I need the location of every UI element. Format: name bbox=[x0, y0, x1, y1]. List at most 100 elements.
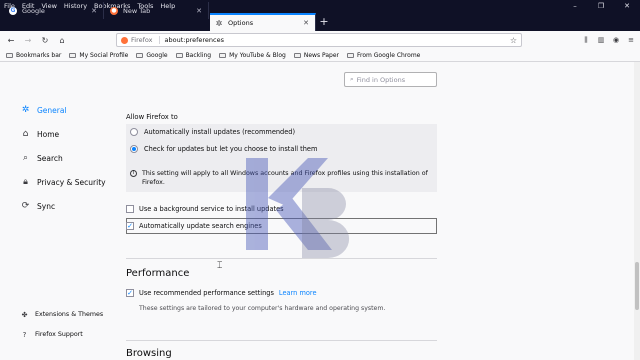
checkbox[interactable]: ✓ bbox=[126, 289, 134, 297]
bookmark-label: Bookmarks bar bbox=[16, 51, 62, 59]
bookmark-folder[interactable]: My YouTube & Blog bbox=[219, 52, 286, 59]
tab-label: New Tab bbox=[123, 6, 151, 15]
hamburger-menu-icon[interactable]: ≡ bbox=[626, 34, 636, 46]
sidebar-icon[interactable]: ▥ bbox=[596, 34, 606, 46]
tab-label: Options bbox=[228, 19, 254, 27]
tab-options[interactable]: ✲ Options ✕ bbox=[210, 13, 316, 31]
maximize-button[interactable]: ❐ bbox=[588, 0, 614, 12]
sidebar-item-home[interactable]: ⌂ Home bbox=[20, 122, 120, 146]
tab-new-tab[interactable]: ● New Tab ✕ bbox=[105, 2, 209, 19]
lock-icon: 🔒︎ bbox=[23, 177, 28, 187]
search-icon: ⌕ bbox=[22, 153, 29, 163]
checkbox-recommended-performance[interactable]: ✓ Use recommended performance settings L… bbox=[126, 289, 317, 297]
bookmark-star-icon[interactable]: ☆ bbox=[510, 36, 517, 45]
sidebar-item-label: Search bbox=[37, 153, 63, 163]
account-icon[interactable]: ◉ bbox=[611, 34, 621, 46]
tab-google[interactable]: G Google ✕ bbox=[4, 2, 104, 19]
bookmark-folder[interactable]: Google bbox=[136, 52, 168, 59]
learn-more-link[interactable]: Learn more bbox=[279, 289, 317, 297]
checkbox[interactable]: ✓ bbox=[126, 222, 134, 230]
folder-icon bbox=[136, 52, 144, 58]
preferences-content: ⌕ Find in Options ✲ General ⌂ Home ⌕ Sea… bbox=[0, 62, 640, 360]
radio-button[interactable] bbox=[130, 145, 138, 153]
sidebar-item-support[interactable]: ? Firefox Support bbox=[20, 330, 120, 339]
gear-icon: ✲ bbox=[215, 18, 223, 28]
bookmark-folder[interactable]: News Paper bbox=[293, 51, 339, 59]
bookmark-folder[interactable]: My Social Profile bbox=[69, 52, 128, 59]
scrollbar[interactable] bbox=[634, 62, 640, 360]
sidebar-item-privacy[interactable]: 🔒︎ Privacy & Security bbox=[20, 170, 120, 194]
folder-icon bbox=[219, 52, 227, 58]
home-icon: ⌂ bbox=[59, 35, 65, 45]
sidebar-item-search[interactable]: ⌕ Search bbox=[20, 146, 120, 170]
bookmark-folder[interactable]: From Google Chrome bbox=[347, 52, 420, 59]
sidebar-footer-label: Extensions & Themes bbox=[35, 311, 104, 318]
sidebar-item-label: Privacy & Security bbox=[37, 177, 106, 187]
info-icon: i bbox=[130, 170, 137, 177]
library-icon[interactable]: ⫼ bbox=[581, 34, 591, 46]
mouse-cursor-icon: ⌶ bbox=[217, 261, 223, 271]
folder-icon bbox=[175, 52, 183, 58]
kb-watermark-logo bbox=[246, 158, 350, 258]
google-icon: G bbox=[9, 6, 17, 15]
new-tab-button[interactable]: + bbox=[318, 14, 330, 28]
home-button[interactable]: ⌂ bbox=[56, 34, 68, 46]
radio-label: Automatically install updates (recommend… bbox=[144, 128, 296, 136]
bookmark-folder[interactable]: Bookmarks bar bbox=[6, 52, 61, 59]
radio-check-choose[interactable]: Check for updates but let you choose to … bbox=[130, 145, 317, 153]
tab-label: Google bbox=[22, 6, 45, 15]
sidebar-item-label: General bbox=[37, 105, 67, 115]
forward-button[interactable]: → bbox=[22, 34, 34, 46]
back-arrow-icon: ← bbox=[7, 35, 15, 45]
performance-heading: Performance bbox=[126, 268, 190, 279]
url-bar[interactable]: Firefox about:preferences ☆ bbox=[116, 33, 522, 47]
radio-button[interactable] bbox=[130, 128, 138, 136]
close-icon[interactable]: ✕ bbox=[303, 19, 309, 27]
minimize-button[interactable]: – bbox=[562, 0, 588, 12]
identity-box[interactable]: Firefox bbox=[121, 36, 160, 44]
section-divider bbox=[126, 340, 437, 341]
close-icon[interactable]: ✕ bbox=[91, 7, 97, 15]
search-options-input[interactable]: ⌕ Find in Options bbox=[344, 72, 437, 87]
checkbox[interactable] bbox=[126, 205, 134, 213]
folder-icon bbox=[6, 52, 13, 58]
sidebar-item-label: Home bbox=[37, 129, 60, 139]
performance-description: These settings are tailored to your comp… bbox=[139, 305, 386, 312]
sidebar-item-general[interactable]: ✲ General bbox=[20, 98, 120, 122]
sidebar-item-sync[interactable]: ⟳ Sync bbox=[20, 194, 120, 218]
bookmark-label: My YouTube & Blog bbox=[229, 51, 286, 59]
browsing-heading: Browsing bbox=[126, 348, 172, 359]
url-text[interactable]: about:preferences bbox=[165, 36, 225, 44]
section-divider bbox=[126, 258, 437, 259]
bookmarks-bar: Bookmarks bar My Social Profile Google B… bbox=[0, 49, 640, 62]
close-window-button[interactable]: ✕ bbox=[614, 0, 640, 12]
folder-icon bbox=[347, 52, 354, 58]
radio-auto-install[interactable]: Automatically install updates (recommend… bbox=[130, 128, 295, 136]
sidebar-item-extensions[interactable]: ✤ Extensions & Themes bbox=[20, 310, 120, 319]
folder-icon bbox=[293, 52, 301, 58]
back-button[interactable]: ← bbox=[5, 34, 17, 46]
reload-button[interactable]: ↻ bbox=[39, 34, 51, 46]
bookmark-label: Backling bbox=[185, 51, 212, 59]
bookmark-label: From Google Chrome bbox=[357, 51, 421, 59]
folder-icon bbox=[69, 52, 77, 58]
search-icon: ⌕ bbox=[350, 75, 354, 83]
close-icon[interactable]: ✕ bbox=[196, 7, 202, 15]
identity-label: Firefox bbox=[131, 36, 153, 44]
checkbox-label: Automatically update search engines bbox=[139, 222, 262, 230]
reload-icon: ↻ bbox=[41, 35, 49, 45]
checkbox-update-search-engines[interactable]: ✓ Automatically update search engines bbox=[126, 222, 262, 230]
bookmark-label: News Paper bbox=[303, 51, 339, 59]
bookmark-folder[interactable]: Backling bbox=[175, 51, 212, 59]
nav-bar: ← → ↻ ⌂ Firefox about:preferences ☆ ⫼ ▥ … bbox=[0, 31, 640, 49]
scrollbar-thumb[interactable] bbox=[635, 262, 639, 310]
search-placeholder: Find in Options bbox=[356, 75, 406, 84]
forward-arrow-icon: → bbox=[24, 35, 32, 45]
checkbox-label: Use recommended performance settings bbox=[139, 289, 274, 297]
window-controls: – ❐ ✕ bbox=[562, 0, 640, 12]
puzzle-icon: ✤ bbox=[21, 310, 28, 319]
radio-label: Check for updates but let you choose to … bbox=[144, 145, 318, 153]
sidebar-footer-label: Firefox Support bbox=[35, 331, 83, 338]
help-icon: ? bbox=[22, 330, 27, 339]
sync-icon: ⟳ bbox=[21, 201, 30, 211]
